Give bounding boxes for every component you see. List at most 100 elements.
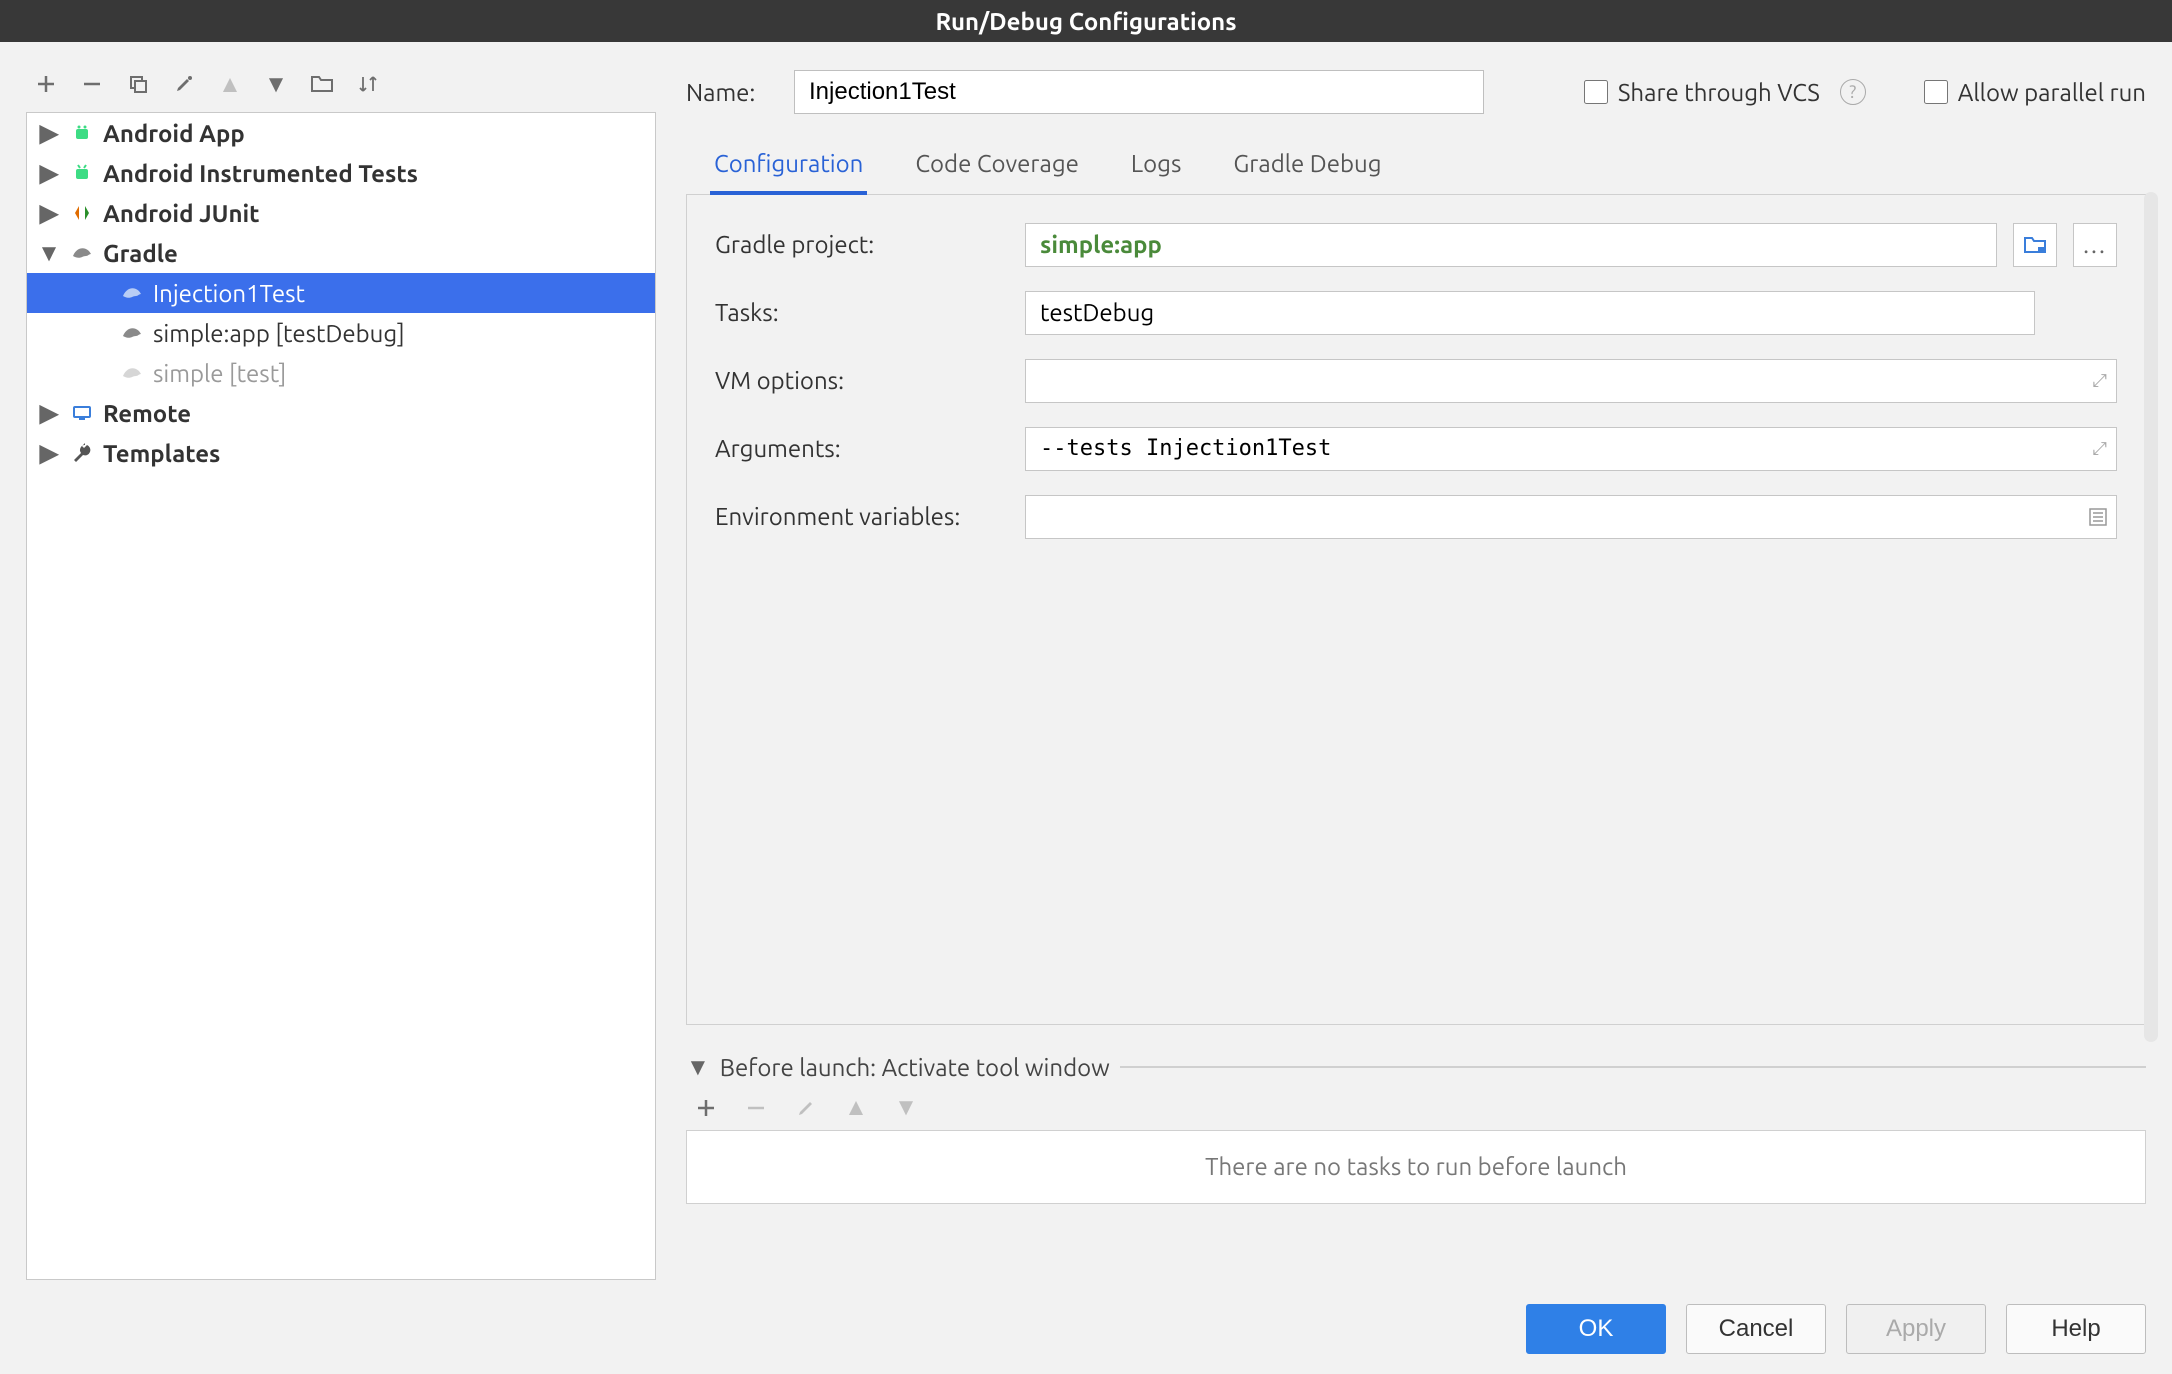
- allow-parallel-input[interactable]: [1924, 80, 1948, 104]
- gradle-project-label: Gradle project:: [715, 231, 1005, 258]
- tree-node-android-app[interactable]: ▶ Android App: [27, 113, 655, 153]
- tab-configuration[interactable]: Configuration: [710, 140, 867, 195]
- add-config-button[interactable]: [32, 70, 60, 98]
- gradle-project-input[interactable]: [1025, 223, 1997, 267]
- tree-node-remote[interactable]: ▶ Remote: [27, 393, 655, 433]
- wrench-icon: [69, 443, 95, 463]
- junit-icon: [69, 203, 95, 223]
- move-down-button[interactable]: ▼: [262, 70, 290, 98]
- tree-node-android-instrumented[interactable]: ▶ Android Instrumented Tests: [27, 153, 655, 193]
- tasks-label: Tasks:: [715, 299, 1005, 326]
- ok-button[interactable]: OK: [1526, 1304, 1666, 1354]
- bl-remove-button: [742, 1094, 770, 1122]
- expand-icon[interactable]: ⤢: [2093, 370, 2107, 391]
- scrollbar[interactable]: [2144, 192, 2158, 1042]
- move-up-button[interactable]: ▲: [216, 70, 244, 98]
- share-vcs-checkbox[interactable]: Share through VCS: [1584, 79, 1820, 106]
- gradle-icon: [69, 244, 95, 262]
- tree-node-injection1test[interactable]: Injection1Test: [27, 273, 655, 313]
- config-tabs: Configuration Code Coverage Logs Gradle …: [686, 120, 2146, 195]
- tree-label: Android JUnit: [103, 200, 260, 227]
- arguments-label: Arguments:: [715, 435, 1005, 462]
- name-row: Name: Share through VCS ? Allow parallel…: [686, 62, 2146, 120]
- before-launch-empty-text: There are no tasks to run before launch: [1205, 1153, 1627, 1180]
- tree-node-android-junit[interactable]: ▶ Android JUnit: [27, 193, 655, 233]
- vm-options-label: VM options:: [715, 367, 1005, 394]
- left-panel: ▲ ▼ ▶ Android App ▶ Android Instrumented…: [26, 62, 656, 1280]
- before-launch-header[interactable]: ▼ Before launch: Activate tool window: [686, 1049, 2146, 1086]
- share-vcs-label: Share through VCS: [1618, 79, 1820, 106]
- android-icon: [69, 123, 95, 143]
- chevron-right-icon: ▶: [37, 399, 61, 427]
- chevron-right-icon: ▶: [37, 159, 61, 187]
- chevron-right-icon: ▶: [37, 119, 61, 147]
- before-launch-body: There are no tasks to run before launch: [686, 1130, 2146, 1204]
- row-vm-options: VM options: ⤢: [715, 359, 2117, 403]
- arguments-input[interactable]: [1025, 427, 2117, 471]
- help-button[interactable]: Help: [2006, 1304, 2146, 1354]
- config-body: Gradle project: ... Tasks: VM options:: [686, 195, 2146, 1025]
- tab-logs[interactable]: Logs: [1127, 140, 1185, 194]
- env-input[interactable]: [1025, 495, 2117, 539]
- divider: [1120, 1066, 2146, 1068]
- tree-label: Android App: [103, 120, 245, 147]
- tab-code-coverage[interactable]: Code Coverage: [911, 140, 1083, 194]
- main-row: ▲ ▼ ▶ Android App ▶ Android Instrumented…: [26, 62, 2146, 1280]
- gradle-icon: [119, 284, 145, 302]
- gradle-project-browse-button[interactable]: [2013, 223, 2057, 267]
- folder-button[interactable]: [308, 70, 336, 98]
- tree-label: Android Instrumented Tests: [103, 160, 418, 187]
- help-icon[interactable]: ?: [1840, 79, 1866, 105]
- allow-parallel-label: Allow parallel run: [1958, 79, 2146, 106]
- name-label: Name:: [686, 79, 774, 106]
- dialog-body: ▲ ▼ ▶ Android App ▶ Android Instrumented…: [0, 42, 2172, 1374]
- bl-add-button[interactable]: [692, 1094, 720, 1122]
- tree-label: Templates: [103, 440, 220, 467]
- tab-gradle-debug[interactable]: Gradle Debug: [1229, 140, 1385, 194]
- chevron-right-icon: ▶: [37, 439, 61, 467]
- copy-config-button[interactable]: [124, 70, 152, 98]
- tree-label: Remote: [103, 400, 191, 427]
- before-launch-title: Before launch: Activate tool window: [720, 1054, 1110, 1081]
- bl-up-button: ▲: [842, 1094, 870, 1122]
- tree-node-templates[interactable]: ▶ Templates: [27, 433, 655, 473]
- tree-label: Gradle: [103, 240, 178, 267]
- vm-options-input[interactable]: [1025, 359, 2117, 403]
- config-toolbar: ▲ ▼: [26, 62, 656, 112]
- list-icon[interactable]: [2089, 508, 2107, 526]
- chevron-right-icon: ▶: [37, 199, 61, 227]
- tree-node-gradle[interactable]: ▼ Gradle: [27, 233, 655, 273]
- gradle-icon: [119, 364, 145, 382]
- bl-edit-button: [792, 1094, 820, 1122]
- config-tree[interactable]: ▶ Android App ▶ Android Instrumented Tes…: [26, 112, 656, 1280]
- dialog-footer: OK Cancel Apply Help: [26, 1280, 2146, 1362]
- apply-button: Apply: [1846, 1304, 1986, 1354]
- edit-defaults-button[interactable]: [170, 70, 198, 98]
- remove-config-button[interactable]: [78, 70, 106, 98]
- tree-label: simple:app [testDebug]: [153, 320, 405, 347]
- allow-parallel-checkbox[interactable]: Allow parallel run: [1924, 79, 2146, 106]
- cancel-button[interactable]: Cancel: [1686, 1304, 1826, 1354]
- remote-icon: [69, 403, 95, 423]
- sort-button[interactable]: [354, 70, 382, 98]
- before-launch-section: ▼ Before launch: Activate tool window ▲ …: [686, 1049, 2146, 1204]
- row-tasks: Tasks:: [715, 291, 2117, 335]
- expand-icon[interactable]: ⤢: [2093, 438, 2107, 459]
- chevron-down-icon: ▼: [37, 239, 61, 268]
- tree-node-simple-test[interactable]: simple [test]: [27, 353, 655, 393]
- gradle-icon: [119, 324, 145, 342]
- tasks-input[interactable]: [1025, 291, 2035, 335]
- bl-down-button: ▼: [892, 1094, 920, 1122]
- before-launch-toolbar: ▲ ▼: [686, 1086, 2146, 1130]
- gradle-project-registered-button[interactable]: ...: [2073, 223, 2117, 267]
- tree-label: simple [test]: [153, 360, 286, 387]
- name-input[interactable]: [794, 70, 1484, 114]
- share-vcs-input[interactable]: [1584, 80, 1608, 104]
- tree-label: Injection1Test: [153, 280, 305, 307]
- chevron-down-icon: ▼: [686, 1053, 710, 1082]
- tree-node-simple-app-testdebug[interactable]: simple:app [testDebug]: [27, 313, 655, 353]
- row-arguments: Arguments: ⤢: [715, 427, 2117, 471]
- window-titlebar: Run/Debug Configurations: [0, 0, 2172, 42]
- row-gradle-project: Gradle project: ...: [715, 223, 2117, 267]
- env-label: Environment variables:: [715, 503, 1005, 530]
